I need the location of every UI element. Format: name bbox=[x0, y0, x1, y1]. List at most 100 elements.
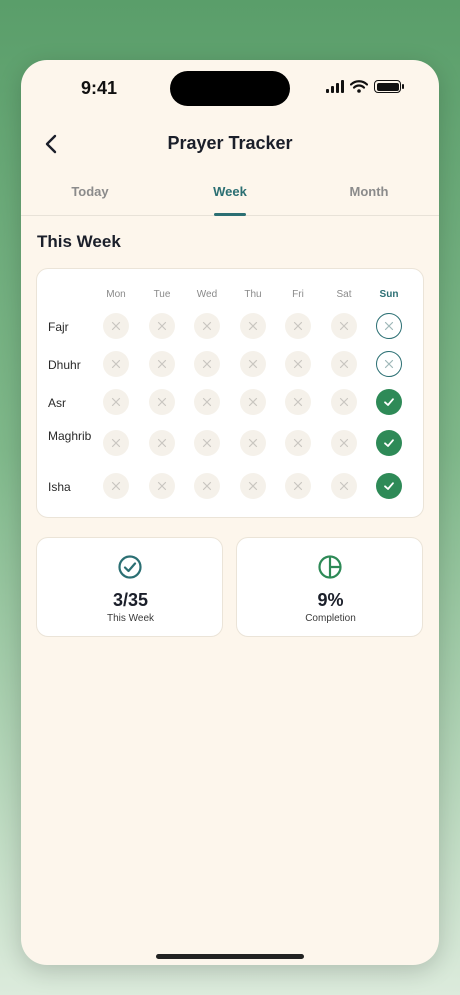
checkmark-icon bbox=[384, 439, 394, 447]
checkmark-icon bbox=[384, 482, 394, 490]
status-time: 9:41 bbox=[81, 78, 118, 98]
prayer-cell-asr-wed[interactable] bbox=[194, 389, 220, 415]
dynamic-island bbox=[170, 71, 290, 106]
stat-label: Completion bbox=[305, 613, 356, 624]
prayer-cell-dhuhr-sun[interactable] bbox=[376, 351, 402, 377]
cross-icon bbox=[248, 481, 258, 491]
stat-card-completion: 9% Completion bbox=[236, 537, 423, 637]
cross-icon bbox=[339, 321, 349, 331]
cross-icon bbox=[157, 321, 167, 331]
day-header-sun: Sun bbox=[379, 289, 399, 300]
day-header-thu: Thu bbox=[244, 289, 262, 300]
home-indicator bbox=[156, 954, 304, 959]
cross-icon bbox=[384, 359, 394, 369]
day-header-wed: Wed bbox=[196, 289, 218, 300]
prayer-cell-asr-fri[interactable] bbox=[285, 389, 311, 415]
phone-screen: 9:41 Prayer Tracker Today Week Month Thi… bbox=[21, 60, 439, 965]
battery-level bbox=[376, 82, 399, 91]
prayer-cell-isha-fri[interactable] bbox=[285, 473, 311, 499]
header: Prayer Tracker bbox=[21, 124, 439, 164]
cross-icon bbox=[339, 481, 349, 491]
prayer-cell-fajr-sun[interactable] bbox=[376, 313, 402, 339]
prayer-cell-fajr-wed[interactable] bbox=[194, 313, 220, 339]
cross-icon bbox=[248, 438, 258, 448]
prayer-cell-maghrib-sun[interactable] bbox=[376, 430, 402, 456]
stat-label: This Week bbox=[106, 613, 155, 624]
prayer-cell-fajr-mon[interactable] bbox=[103, 313, 129, 339]
cross-icon bbox=[157, 438, 167, 448]
active-tab-indicator bbox=[214, 213, 246, 216]
weekly-grid-card: Mon Tue Wed Thu Fri Sat Sun Fajr Dhuhr Asr Maghrib… bbox=[36, 268, 424, 518]
prayer-label-dhuhr: Dhuhr bbox=[48, 358, 81, 372]
prayer-label-fajr: Fajr bbox=[48, 320, 69, 334]
tab-month[interactable]: Month bbox=[329, 184, 409, 199]
day-header-tue: Tue bbox=[153, 289, 171, 300]
status-icons bbox=[326, 80, 404, 93]
cross-icon bbox=[293, 359, 303, 369]
cross-icon bbox=[111, 359, 121, 369]
prayer-cell-maghrib-mon[interactable] bbox=[103, 430, 129, 456]
prayer-cell-isha-sun[interactable] bbox=[376, 473, 402, 499]
prayer-cell-dhuhr-sat[interactable] bbox=[331, 351, 357, 377]
prayer-cell-isha-wed[interactable] bbox=[194, 473, 220, 499]
prayer-cell-isha-mon[interactable] bbox=[103, 473, 129, 499]
cross-icon bbox=[339, 438, 349, 448]
prayer-cell-maghrib-tue[interactable] bbox=[149, 430, 175, 456]
cross-icon bbox=[248, 321, 258, 331]
tab-bar: Today Week Month bbox=[21, 176, 439, 216]
cross-icon bbox=[293, 438, 303, 448]
day-header-fri: Fri bbox=[292, 289, 304, 300]
cross-icon bbox=[111, 321, 121, 331]
prayer-label-asr: Asr bbox=[48, 396, 66, 410]
stat-card-this-week: 3/35 This Week bbox=[36, 537, 223, 637]
prayer-cell-asr-sun[interactable] bbox=[376, 389, 402, 415]
pie-chart-icon bbox=[318, 555, 342, 579]
prayer-cell-dhuhr-tue[interactable] bbox=[149, 351, 175, 377]
battery-icon bbox=[374, 80, 404, 93]
cross-icon bbox=[293, 481, 303, 491]
prayer-cell-dhuhr-thu[interactable] bbox=[240, 351, 266, 377]
cross-icon bbox=[202, 321, 212, 331]
tab-week[interactable]: Week bbox=[190, 184, 270, 199]
prayer-cell-dhuhr-mon[interactable] bbox=[103, 351, 129, 377]
cross-icon bbox=[157, 397, 167, 407]
cross-icon bbox=[157, 481, 167, 491]
stat-value: 9% bbox=[317, 590, 344, 610]
cross-icon bbox=[384, 321, 394, 331]
day-header-mon: Mon bbox=[106, 289, 126, 300]
prayer-cell-asr-tue[interactable] bbox=[149, 389, 175, 415]
cross-icon bbox=[339, 359, 349, 369]
prayer-cell-fajr-tue[interactable] bbox=[149, 313, 175, 339]
page-title: Prayer Tracker bbox=[167, 133, 293, 153]
prayer-cell-fajr-sat[interactable] bbox=[331, 313, 357, 339]
prayer-label-maghrib: Maghrib bbox=[48, 429, 92, 443]
prayer-cell-isha-sat[interactable] bbox=[331, 473, 357, 499]
cross-icon bbox=[202, 397, 212, 407]
prayer-cell-dhuhr-wed[interactable] bbox=[194, 351, 220, 377]
prayer-cell-maghrib-wed[interactable] bbox=[194, 430, 220, 456]
tab-today[interactable]: Today bbox=[50, 184, 130, 199]
prayer-cell-maghrib-sat[interactable] bbox=[331, 430, 357, 456]
prayer-cell-asr-thu[interactable] bbox=[240, 389, 266, 415]
cross-icon bbox=[111, 397, 121, 407]
cross-icon bbox=[339, 397, 349, 407]
check-circle-icon bbox=[118, 555, 142, 579]
stat-value: 3/35 bbox=[112, 590, 149, 610]
prayer-cell-fajr-fri[interactable] bbox=[285, 313, 311, 339]
prayer-cell-isha-tue[interactable] bbox=[149, 473, 175, 499]
cross-icon bbox=[248, 359, 258, 369]
cross-icon bbox=[202, 359, 212, 369]
section-title: This Week bbox=[37, 232, 121, 251]
cross-icon bbox=[293, 397, 303, 407]
prayer-cell-fajr-thu[interactable] bbox=[240, 313, 266, 339]
prayer-cell-asr-mon[interactable] bbox=[103, 389, 129, 415]
checkmark-icon bbox=[384, 398, 394, 406]
prayer-cell-asr-sat[interactable] bbox=[331, 389, 357, 415]
cross-icon bbox=[202, 438, 212, 448]
prayer-cell-dhuhr-fri[interactable] bbox=[285, 351, 311, 377]
cross-icon bbox=[202, 481, 212, 491]
status-bar: 9:41 bbox=[21, 60, 439, 116]
prayer-cell-maghrib-fri[interactable] bbox=[285, 430, 311, 456]
prayer-cell-isha-thu[interactable] bbox=[240, 473, 266, 499]
prayer-cell-maghrib-thu[interactable] bbox=[240, 430, 266, 456]
